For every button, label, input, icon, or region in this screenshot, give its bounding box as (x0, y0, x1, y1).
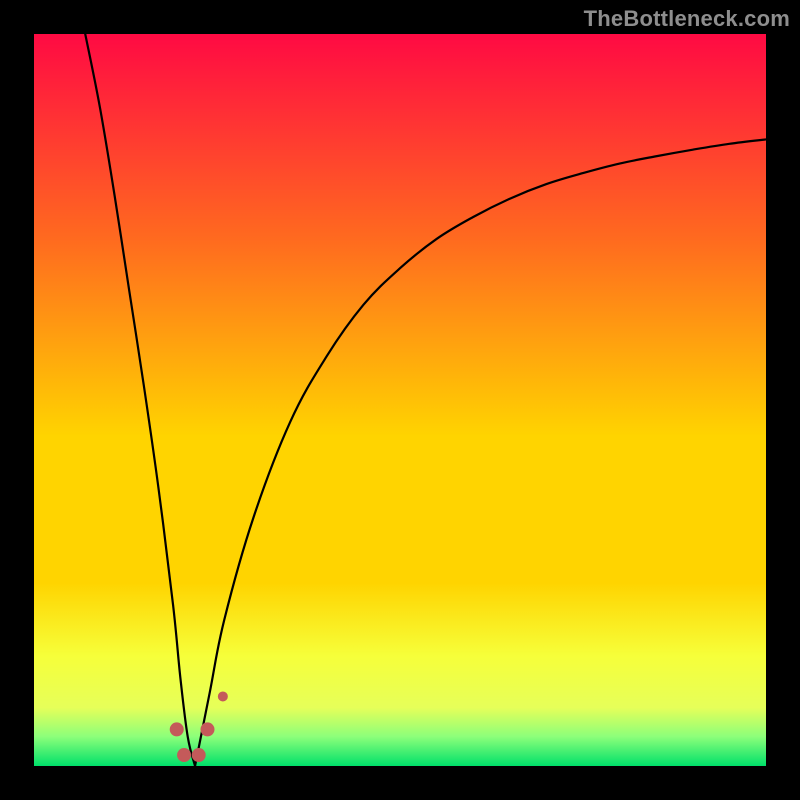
watermark-text: TheBottleneck.com (584, 6, 790, 32)
bottleneck-curve (34, 34, 766, 766)
optimum-marker (200, 722, 214, 736)
optimum-marker (218, 691, 228, 701)
plot-area (34, 34, 766, 766)
optimum-marker (177, 748, 191, 762)
optimum-markers (170, 691, 228, 762)
optimum-marker (192, 748, 206, 762)
optimum-marker (170, 722, 184, 736)
chart-frame: TheBottleneck.com (0, 0, 800, 800)
